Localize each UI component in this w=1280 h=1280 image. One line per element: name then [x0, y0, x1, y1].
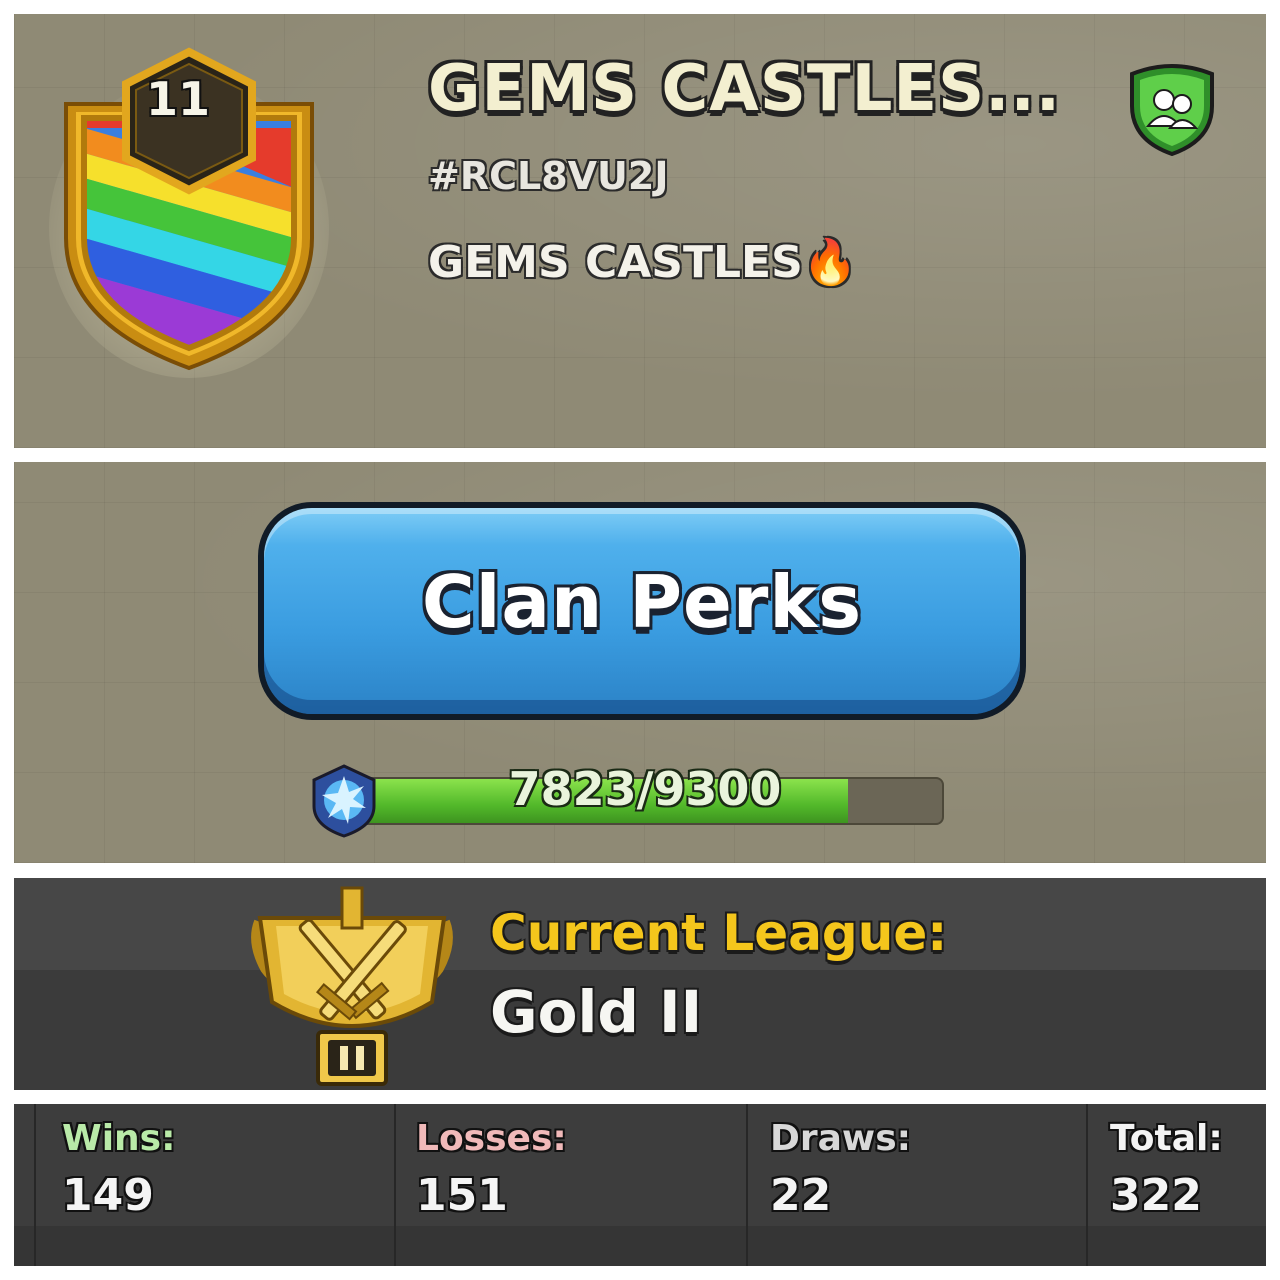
current-league-label: Current League: [490, 904, 948, 962]
clan-xp-star-icon [312, 764, 376, 838]
clan-perks-button[interactable]: Clan Perks [258, 502, 1026, 720]
friends-shield-icon[interactable] [1124, 60, 1220, 156]
wins-label: Wins: [62, 1118, 176, 1159]
stats-divider [1086, 1104, 1088, 1266]
clan-description: GEMS CASTLES🔥 [428, 237, 858, 288]
clan-tag: #RCL8VU2J [428, 154, 669, 198]
clan-perks-button-face[interactable]: Clan Perks [264, 508, 1020, 714]
clan-level-number: 11 [145, 72, 210, 126]
clan-perks-button-label: Clan Perks [421, 560, 863, 644]
wins-value: 149 [62, 1170, 154, 1221]
clan-name: GEMS CASTLES... [428, 52, 1062, 126]
gold-league-trophy-icon [251, 886, 453, 1086]
losses-label: Losses: [416, 1118, 567, 1159]
stats-divider [394, 1104, 396, 1266]
total-value: 322 [1110, 1170, 1202, 1221]
stats-divider [34, 1104, 36, 1266]
stats-divider [746, 1104, 748, 1266]
clan-header-panel: 11 GEMS CASTLES... #RCL8VU2J GEMS CASTLE… [14, 14, 1266, 448]
war-stats-panel: Wins: 149 Losses: 151 Draws: 22 Total: 3… [14, 1104, 1266, 1266]
draws-label: Draws: [770, 1118, 912, 1159]
stats-footer-band [14, 1226, 1266, 1266]
clan-perks-panel: Clan Perks 7823/9300 [14, 462, 1266, 863]
losses-value: 151 [416, 1170, 508, 1221]
clan-xp-progress-text: 7823/9300 [508, 762, 782, 816]
league-panel: Current League: Gold II [14, 878, 1266, 1090]
total-label: Total: [1110, 1118, 1223, 1159]
draws-value: 22 [770, 1170, 832, 1221]
current-league-name: Gold II [490, 978, 703, 1046]
